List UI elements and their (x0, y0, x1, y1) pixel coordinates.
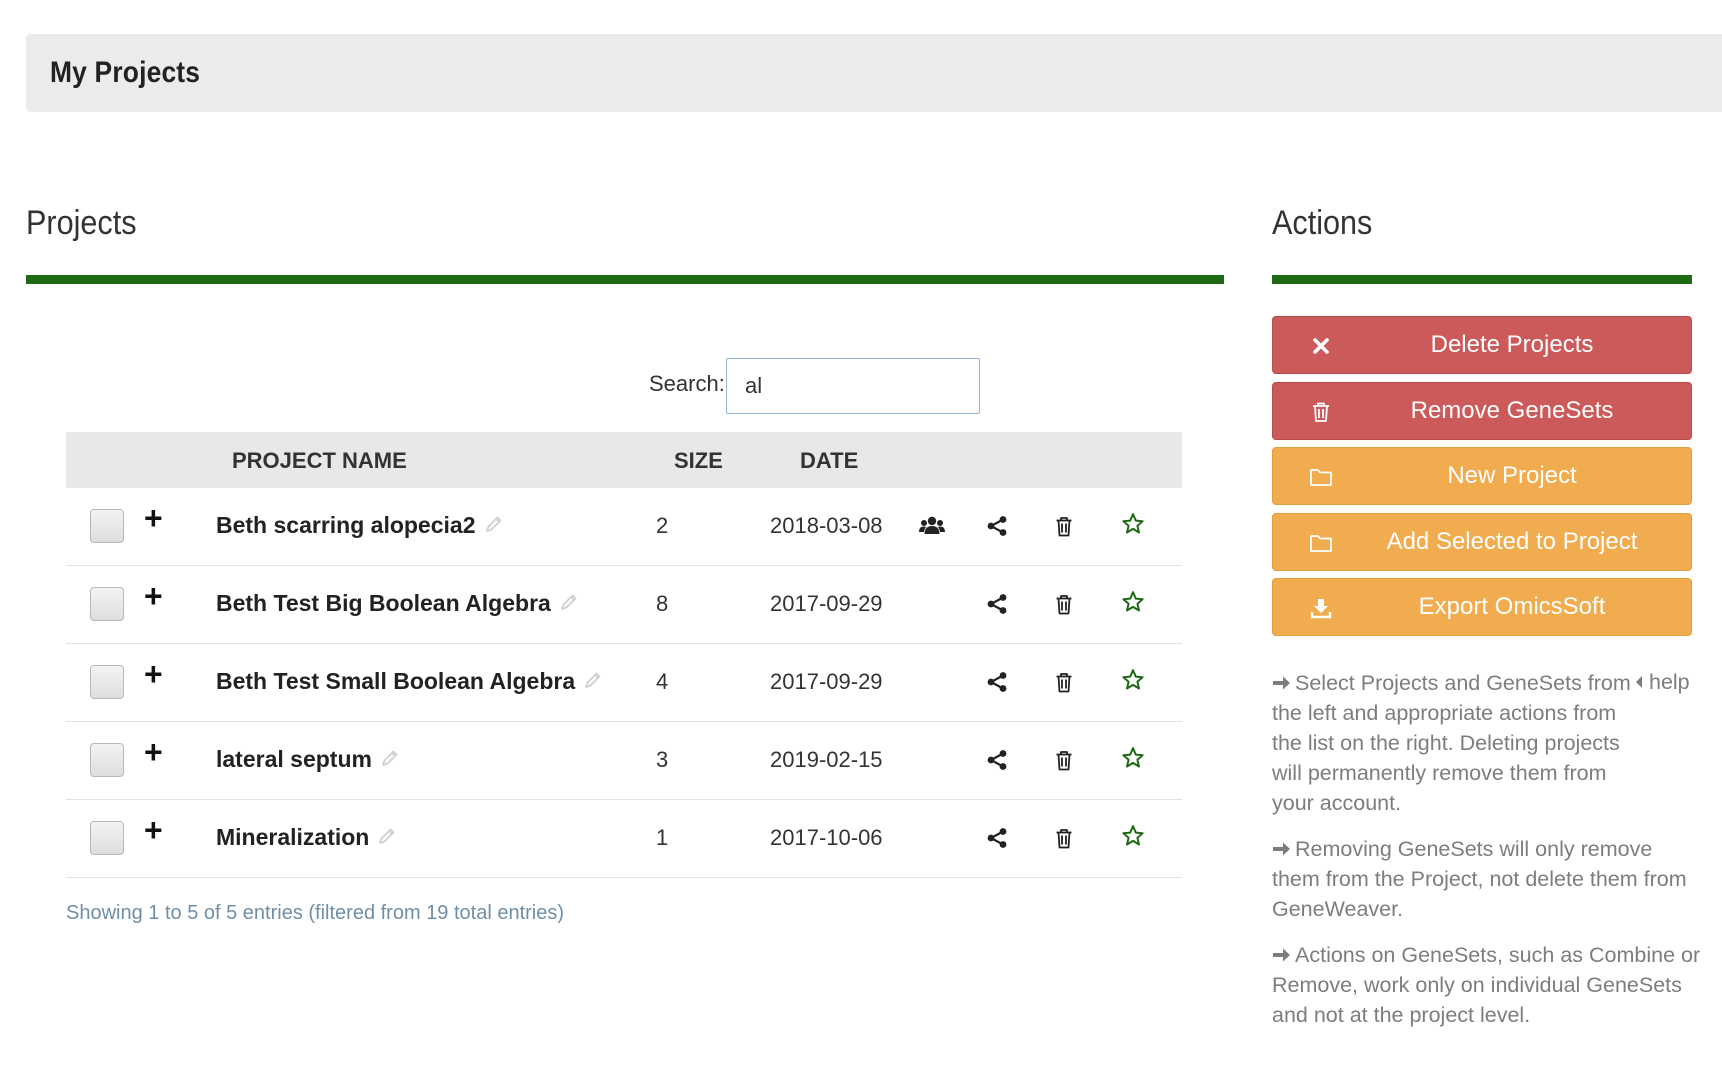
project-date: 2019-02-15 (770, 747, 883, 772)
download-icon (1309, 596, 1333, 620)
column-header-project-name[interactable]: PROJECT NAME (232, 448, 407, 474)
delete-projects-label: Delete Projects (1430, 331, 1594, 358)
project-date: 2017-09-29 (770, 591, 883, 616)
project-name-link[interactable]: Beth Test Big Boolean Algebra (216, 590, 579, 618)
actions-divider (1272, 275, 1692, 284)
star-icon[interactable] (1120, 745, 1146, 771)
trash-icon[interactable] (1051, 591, 1077, 617)
project-size: 4 (656, 669, 669, 694)
arrow-right-icon (1273, 842, 1290, 856)
project-size: 1 (656, 825, 669, 850)
caret-left-icon (1636, 676, 1642, 688)
trash-icon[interactable] (1051, 747, 1077, 773)
row-checkbox[interactable] (90, 587, 124, 621)
row-checkbox[interactable] (90, 743, 124, 777)
pencil-icon[interactable] (380, 747, 400, 774)
folder-icon (1309, 531, 1333, 555)
row-checkbox[interactable] (90, 665, 124, 699)
pencil-icon[interactable] (377, 825, 397, 852)
project-size: 3 (656, 747, 669, 772)
help-link-label: help (1648, 670, 1690, 694)
actions-heading: Actions (1272, 204, 1373, 242)
help-paragraph-1: Select Projects and GeneSets from the le… (1272, 668, 1632, 818)
project-name: Beth Test Big Boolean Algebra (216, 590, 551, 616)
project-name-link[interactable]: Mineralization (216, 824, 397, 852)
add-selected-to-project-button[interactable]: Add Selected to Project (1272, 513, 1692, 571)
star-icon[interactable] (1120, 511, 1146, 537)
share-icon[interactable] (984, 591, 1010, 617)
row-checkbox[interactable] (90, 821, 124, 855)
search-label: Search: (649, 371, 725, 396)
row-checkbox[interactable] (90, 509, 124, 543)
column-header-size[interactable]: SIZE (674, 448, 723, 474)
share-icon[interactable] (984, 513, 1010, 539)
help-paragraph-3: Actions on GeneSets, such as Combine or … (1272, 940, 1702, 1030)
share-icon[interactable] (984, 669, 1010, 695)
new-project-label: New Project (1447, 462, 1577, 489)
share-icon[interactable] (984, 747, 1010, 773)
arrow-right-icon (1273, 948, 1290, 962)
export-omicssoft-label: Export OmicsSoft (1418, 593, 1606, 620)
remove-genesets-button[interactable]: Remove GeneSets (1272, 382, 1692, 440)
star-icon[interactable] (1120, 667, 1146, 693)
project-date: 2018-03-08 (770, 513, 883, 538)
star-icon[interactable] (1120, 823, 1146, 849)
star-icon[interactable] (1120, 589, 1146, 615)
help-toggle[interactable]: help (1634, 670, 1690, 695)
help-paragraph-2: Removing GeneSets will only remove them … (1272, 834, 1702, 924)
trash-icon (1309, 400, 1333, 424)
export-omicssoft-button[interactable]: Export OmicsSoft (1272, 578, 1692, 636)
delete-projects-button[interactable]: Delete Projects (1272, 316, 1692, 374)
help-text-1: Select Projects and GeneSets from the le… (1272, 671, 1631, 815)
remove-genesets-label: Remove GeneSets (1410, 397, 1614, 424)
pencil-icon[interactable] (583, 669, 603, 696)
project-name: Beth scarring alopecia2 (216, 512, 476, 538)
project-name: lateral septum (216, 746, 372, 772)
times-icon (1309, 334, 1333, 358)
pencil-icon[interactable] (559, 591, 579, 618)
expand-icon[interactable]: + (144, 736, 163, 768)
table-row: + Beth Test Big Boolean Algebra 8 2017-09-2… (66, 566, 1182, 644)
expand-icon[interactable]: + (144, 814, 163, 846)
expand-icon[interactable]: + (144, 580, 163, 612)
table-row: + Mineralization 1 2017-10-06 (66, 800, 1182, 878)
project-size: 2 (656, 513, 669, 538)
group-icon[interactable] (916, 513, 948, 539)
column-header-date[interactable]: DATE (800, 448, 858, 474)
expand-icon[interactable]: + (144, 658, 163, 690)
page-header: My Projects (26, 34, 1722, 112)
project-name-link[interactable]: lateral septum (216, 746, 400, 774)
folder-icon (1309, 465, 1333, 489)
table-row: + lateral septum 3 2019-02-15 (66, 722, 1182, 800)
project-name: Mineralization (216, 824, 370, 850)
new-project-button[interactable]: New Project (1272, 447, 1692, 505)
project-name: Beth Test Small Boolean Algebra (216, 668, 576, 694)
table-row: + Beth Test Small Boolean Algebra 4 2017-09… (66, 644, 1182, 722)
project-date: 2017-09-29 (770, 669, 883, 694)
projects-divider (26, 275, 1224, 284)
expand-icon[interactable]: + (144, 502, 163, 534)
trash-icon[interactable] (1051, 513, 1077, 539)
help-text-2: Removing GeneSets will only remove them … (1272, 837, 1687, 921)
add-selected-label: Add Selected to Project (1386, 528, 1638, 555)
project-name-link[interactable]: Beth scarring alopecia2 (216, 512, 504, 540)
page-title: My Projects (50, 56, 201, 89)
trash-icon[interactable] (1051, 669, 1077, 695)
help-text-3: Actions on GeneSets, such as Combine or … (1272, 943, 1701, 1027)
share-icon[interactable] (984, 825, 1010, 851)
project-size: 8 (656, 591, 669, 616)
table-row: + Beth scarring alopecia2 2 2018-03-08 (66, 488, 1182, 566)
search-input[interactable] (726, 358, 980, 414)
arrow-right-icon (1273, 676, 1290, 690)
project-name-link[interactable]: Beth Test Small Boolean Algebra (216, 668, 603, 696)
projects-heading: Projects (26, 204, 137, 242)
project-date: 2017-10-06 (770, 825, 883, 850)
trash-icon[interactable] (1051, 825, 1077, 851)
table-header: PROJECT NAME SIZE DATE (66, 432, 1182, 488)
pencil-icon[interactable] (484, 513, 504, 540)
table-info: Showing 1 to 5 of 5 entries (filtered fr… (66, 902, 565, 924)
